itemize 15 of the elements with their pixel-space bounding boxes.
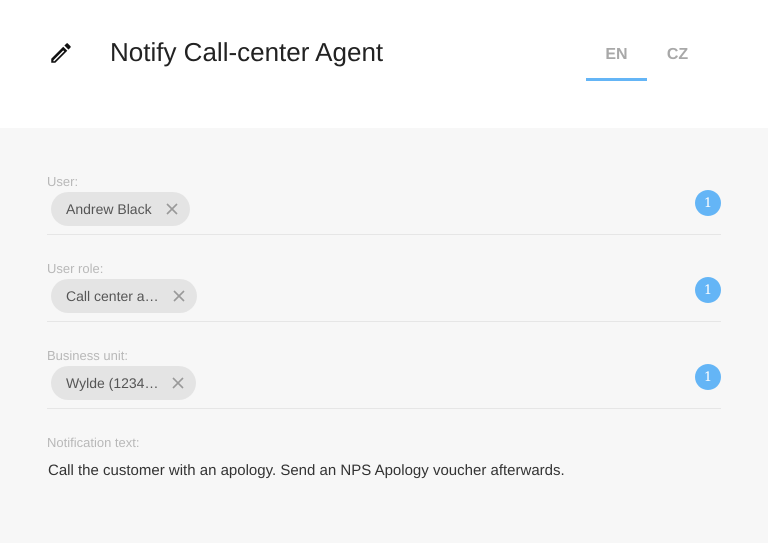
notification-text: Call the customer with an apology. Send an NPS Apology voucher afterwards. (48, 462, 566, 479)
value-chip[interactable]: Andrew Black (51, 192, 190, 226)
field-label: User: (47, 174, 80, 191)
field-label: Notification text: (47, 435, 140, 452)
value-chip[interactable]: Call center a… (51, 279, 197, 313)
field-label: Business unit: (47, 348, 129, 365)
page-title: Notify Call-center Agent (110, 37, 384, 68)
value-chip[interactable]: Wylde (1234… (51, 366, 196, 400)
close-icon[interactable] (172, 377, 184, 389)
count-badge: 1 (695, 277, 721, 303)
count-badge: 1 (695, 190, 721, 216)
close-icon[interactable] (166, 203, 178, 215)
count-badge: 1 (695, 364, 721, 390)
field-label: User role: (47, 261, 104, 278)
close-icon[interactable] (172, 290, 185, 302)
